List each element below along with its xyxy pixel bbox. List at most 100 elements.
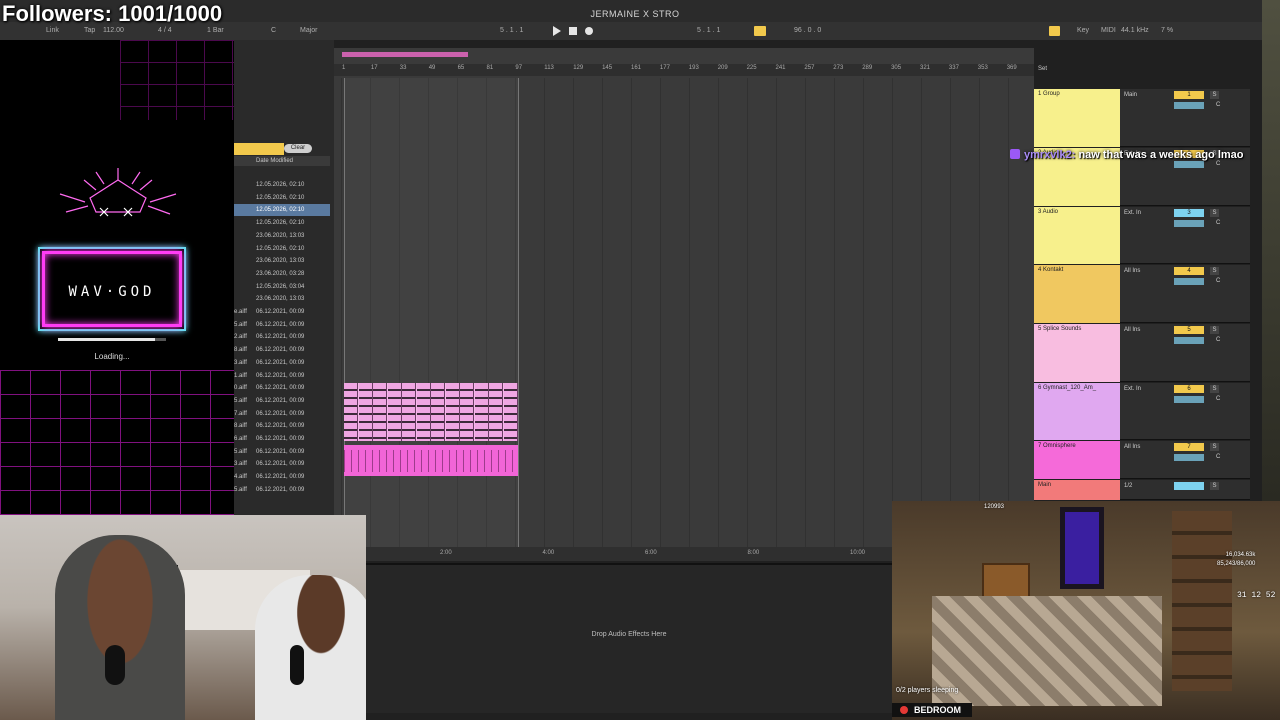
browser-row[interactable]: 2.aiff 06.12.2021, 00:09 [234, 331, 330, 343]
solo-button[interactable]: S [1210, 385, 1219, 393]
browser-row[interactable]: 8.aiff 06.12.2021, 00:09 [234, 344, 330, 356]
track-header[interactable]: 3 Audio [1034, 207, 1120, 264]
audio-clip[interactable] [416, 383, 431, 441]
solo-button[interactable]: S [1210, 443, 1219, 451]
track-activator[interactable]: 4 [1174, 267, 1204, 275]
browser-row[interactable]: e.aiff 06.12.2021, 00:09 [234, 306, 330, 318]
pan-knob[interactable]: C [1216, 454, 1220, 460]
audio-clip[interactable] [387, 383, 402, 441]
track-activator[interactable] [1174, 482, 1204, 490]
pan-knob[interactable]: C [1216, 220, 1220, 226]
browser-row[interactable]: 8.aiff 06.12.2021, 00:09 [234, 420, 330, 432]
audio-clip[interactable] [358, 383, 373, 441]
input-select[interactable]: All Ins [1124, 268, 1140, 274]
volume-slider[interactable] [1174, 396, 1204, 403]
browser-row[interactable]: 12.05.2026, 02:10 [234, 217, 330, 229]
browser-row[interactable]: 12.05.2026, 02:10 [234, 243, 330, 255]
song-position[interactable]: 5 . 1 . 1 [500, 27, 523, 34]
browser-row[interactable]: 5.aiff 06.12.2021, 00:09 [234, 395, 330, 407]
solo-button[interactable]: S [1210, 267, 1219, 275]
solo-button[interactable]: S [1210, 482, 1219, 490]
record-icon[interactable] [585, 27, 593, 35]
browser-row[interactable]: 5.aiff 06.12.2021, 00:09 [234, 446, 330, 458]
audio-clip[interactable] [474, 383, 489, 441]
track-activator[interactable]: 3 [1174, 209, 1204, 217]
track-activator[interactable]: 5 [1174, 326, 1204, 334]
browser-row[interactable]: 0.aiff 06.12.2021, 00:09 [234, 382, 330, 394]
track-header[interactable]: 5 Splice Sounds [1034, 324, 1120, 382]
track-header[interactable]: Main [1034, 480, 1120, 500]
loop-brace[interactable] [342, 52, 468, 57]
tap-button[interactable]: Tap [84, 27, 95, 34]
browser-row[interactable]: 12.05.2026, 02:10 [234, 179, 330, 191]
browser-row[interactable]: 12.05.2026, 02:10 [234, 192, 330, 204]
audio-clip[interactable] [431, 383, 445, 441]
input-select[interactable]: Ext. In [1124, 210, 1141, 216]
track-header[interactable]: 1 Group [1034, 89, 1120, 147]
pan-knob[interactable]: C [1216, 102, 1220, 108]
scale-select[interactable]: Major [300, 27, 318, 34]
key-map-button[interactable]: Key [1077, 27, 1089, 34]
browser-row[interactable]: 3.aiff 06.12.2021, 00:09 [234, 458, 330, 470]
track-activator[interactable]: 6 [1174, 385, 1204, 393]
follow-icon[interactable] [754, 26, 766, 36]
pan-knob[interactable]: C [1216, 278, 1220, 284]
browser-row[interactable]: 23.06.2020, 13:03 [234, 255, 330, 267]
audio-clip[interactable] [460, 383, 474, 441]
loop-length[interactable]: 96 . 0 . 0 [794, 27, 821, 34]
input-select[interactable]: Main [1124, 92, 1137, 98]
audio-clip[interactable] [445, 383, 460, 441]
set-button[interactable]: Set [1038, 66, 1047, 72]
time-signature[interactable]: 4 / 4 [158, 27, 172, 34]
date-modified-column[interactable]: Date Modified [234, 156, 330, 166]
device-panel[interactable]: Drop Audio Effects Here [366, 563, 892, 713]
volume-slider[interactable] [1174, 102, 1204, 109]
volume-slider[interactable] [1174, 278, 1204, 285]
track-header[interactable]: 6 Gymnast_120_Am_ [1034, 383, 1120, 440]
solo-button[interactable]: S [1210, 209, 1219, 217]
loop-start[interactable]: 5 . 1 . 1 [697, 27, 720, 34]
play-icon[interactable] [553, 26, 561, 36]
browser-row[interactable]: 23.06.2020, 03:28 [234, 268, 330, 280]
audio-clip[interactable] [344, 383, 358, 441]
input-select[interactable]: All Ins [1124, 327, 1140, 333]
audio-clips[interactable] [344, 383, 518, 441]
browser-row[interactable]: 12.05.2026, 03:04 [234, 281, 330, 293]
browser-row[interactable]: 1.aiff 06.12.2021, 00:09 [234, 370, 330, 382]
browser-row[interactable]: 3.aiff 06.12.2021, 00:09 [234, 357, 330, 369]
input-select[interactable]: All Ins [1124, 444, 1140, 450]
input-select[interactable]: 1/2 [1124, 483, 1132, 489]
audio-clip[interactable] [489, 383, 503, 441]
solo-button[interactable]: S [1210, 326, 1219, 334]
midi-map-button[interactable]: MIDI [1101, 27, 1116, 34]
pencil-icon[interactable] [1049, 26, 1060, 36]
browser-row[interactable]: 5.aiff 06.12.2021, 00:09 [234, 484, 330, 496]
audio-clip[interactable] [373, 383, 387, 441]
browser-row[interactable]: 23.06.2020, 13:03 [234, 293, 330, 305]
browser-row[interactable]: 6.aiff 06.12.2021, 00:09 [234, 433, 330, 445]
pan-knob[interactable]: C [1216, 337, 1220, 343]
track-activator[interactable]: 7 [1174, 443, 1204, 451]
track-header[interactable]: 7 Omnisphere [1034, 441, 1120, 479]
volume-slider[interactable] [1174, 220, 1204, 227]
stop-icon[interactable] [569, 27, 577, 35]
browser-row[interactable]: 7.aiff 06.12.2021, 00:09 [234, 408, 330, 420]
track-activator[interactable]: 1 [1174, 91, 1204, 99]
browser-row[interactable]: 23.06.2020, 13:03 [234, 230, 330, 242]
key-root-select[interactable]: C [271, 27, 276, 34]
input-select[interactable]: Ext. In [1124, 386, 1141, 392]
link-button[interactable]: Link [46, 27, 59, 34]
solo-button[interactable]: S [1210, 91, 1219, 99]
volume-slider[interactable] [1174, 337, 1204, 344]
audio-clip[interactable] [503, 383, 518, 441]
browser-row[interactable]: 5.aiff 06.12.2021, 00:09 [234, 319, 330, 331]
quantize-select[interactable]: 1 Bar [207, 27, 224, 34]
clear-button[interactable]: Clear [284, 144, 312, 153]
tempo-field[interactable]: 112.00 [103, 27, 124, 34]
audio-clip[interactable] [402, 383, 416, 441]
pan-knob[interactable]: C [1216, 396, 1220, 402]
browser-row[interactable]: 12.05.2026, 02:10 [234, 204, 330, 217]
track-header[interactable]: 4 Kontakt [1034, 265, 1120, 323]
browser-row[interactable]: 4.aiff 06.12.2021, 00:09 [234, 471, 330, 483]
volume-slider[interactable] [1174, 454, 1204, 461]
